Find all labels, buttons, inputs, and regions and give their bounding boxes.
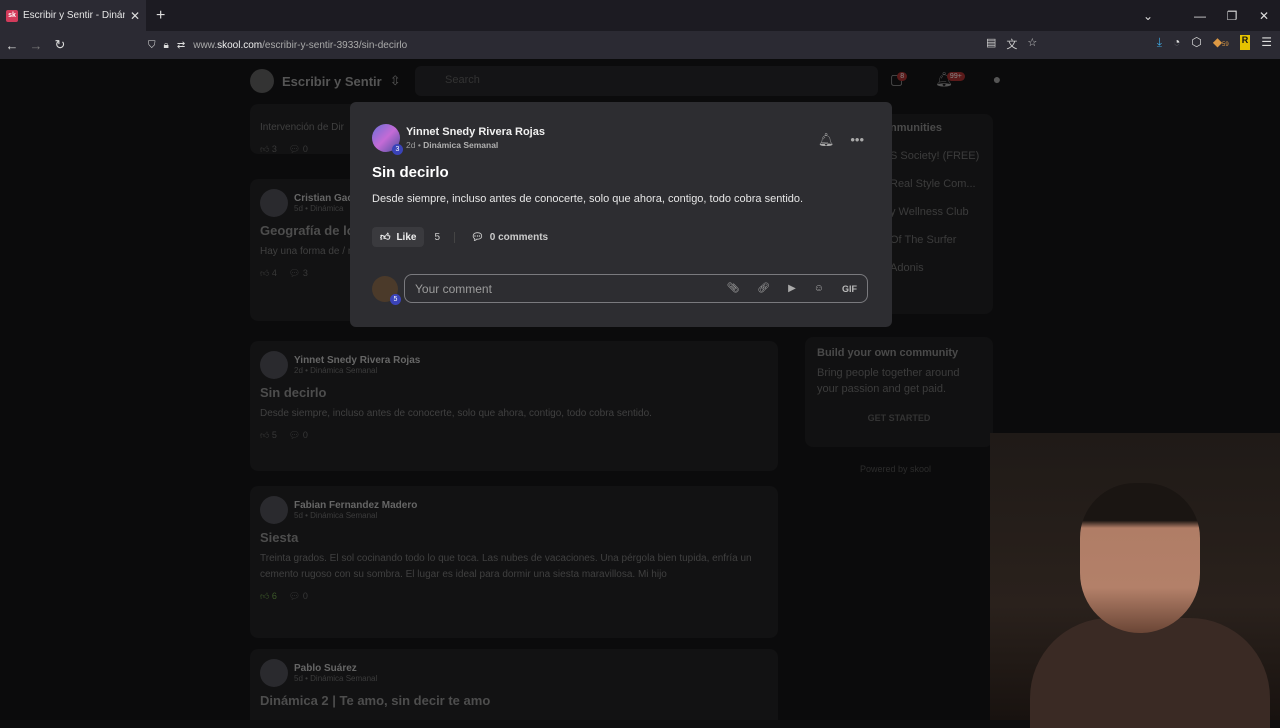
- build-community-title: Build your own community: [817, 347, 959, 359]
- post-stats: 👍︎ 5 💬︎ 0: [260, 430, 308, 440]
- url-text[interactable]: www.skool.com/escribir-y-sentir-3933/sin…: [193, 40, 407, 51]
- post-meta: 5d • Dinámica Semanal: [294, 674, 378, 683]
- gif-button[interactable]: GIF: [842, 284, 857, 294]
- extensions-puzzle-icon[interactable]: ⬡: [1191, 35, 1201, 50]
- minimize-icon[interactable]: —: [1184, 9, 1216, 23]
- forward-icon[interactable]: →: [24, 38, 48, 53]
- post-footer: 👍︎ Like 5 💬︎ 0 comments: [372, 227, 870, 247]
- tab-title: Escribir y Sentir - Dinámica Sem: [23, 10, 125, 21]
- maximize-icon[interactable]: ❐: [1216, 9, 1248, 23]
- build-community-text: Bring people together around your passio…: [817, 367, 960, 395]
- post-modal: 3 Yinnet Snedy Rivera Rojas 2d • Dinámic…: [350, 102, 892, 327]
- post-title[interactable]: Dinámica 2 | Te amo, sin decir te amo: [260, 693, 768, 708]
- avatar[interactable]: [260, 351, 288, 379]
- browser-tab-active[interactable]: sk Escribir y Sentir - Dinámica Sem ✕: [0, 0, 146, 31]
- translate-icon[interactable]: 文: [1006, 36, 1017, 52]
- link-icon[interactable]: 🔗︎: [757, 283, 770, 294]
- chat-icon[interactable]: ▢8: [890, 71, 913, 88]
- comment-row: 5 Your comment 📎︎ 🔗︎ ▶ ☺ GIF: [372, 274, 868, 305]
- reader-view-icon[interactable]: ▤: [986, 36, 996, 52]
- video-icon[interactable]: ▶: [788, 283, 796, 294]
- search-input[interactable]: Search: [415, 66, 878, 96]
- comments-button[interactable]: 💬︎ 0 comments: [471, 232, 548, 243]
- post-meta: 2d • Dinámica Semanal: [406, 140, 499, 150]
- bookmark-star-icon[interactable]: ☆: [1027, 36, 1037, 52]
- post-title[interactable]: Siesta: [260, 530, 768, 545]
- post-card[interactable]: Fabian Fernandez Madero 5d • Dinámica Sem…: [250, 486, 778, 638]
- level-badge: 3: [392, 144, 403, 155]
- post-meta: 5d • Dinámica Semanal: [294, 511, 378, 520]
- post-stats: 👍︎ 6 💬︎ 0: [260, 591, 308, 601]
- toolbar-icons: ⤓ ◔ ⬡ ◆59 R ☰: [1157, 35, 1272, 50]
- extension-r-icon[interactable]: R: [1239, 35, 1251, 50]
- avatar[interactable]: ●: [993, 71, 1001, 88]
- community-logo[interactable]: [250, 69, 274, 93]
- avatar[interactable]: [260, 189, 288, 217]
- comment-icon: 💬︎: [471, 231, 484, 243]
- post-preview: Treinta grados. El sol cocinando todo lo…: [260, 553, 752, 580]
- post-author[interactable]: Yinnet Snedy Rivera Rojas: [406, 126, 545, 138]
- person-body: [1030, 618, 1270, 728]
- attachment-icon[interactable]: 📎︎: [727, 283, 740, 294]
- post-card[interactable]: Yinnet Snedy Rivera Rojas 2d • Dinámica S…: [250, 341, 778, 471]
- build-community-card: Build your own community Bring people to…: [805, 337, 993, 447]
- more-options-icon[interactable]: •••: [850, 132, 864, 148]
- back-icon[interactable]: ←: [0, 38, 24, 53]
- author-avatar[interactable]: 3: [372, 124, 403, 155]
- post-meta: 5d • Dinámica: [294, 204, 344, 213]
- post-preview: Desde siempre, incluso antes de conocert…: [260, 408, 652, 419]
- nav-bar: ← → ↻ ⛉ 🔒︎ ⇄ www.skool.com/escribir-y-se…: [0, 31, 1280, 59]
- notifications-bell-icon[interactable]: 🔔︎99+: [935, 71, 971, 88]
- post-body: Desde siempre, incluso antes de conocert…: [372, 193, 804, 205]
- bell-icon[interactable]: 🔔︎: [818, 132, 835, 148]
- download-icon[interactable]: ⤓: [1157, 35, 1162, 50]
- tab-list-chevron-icon[interactable]: ⌄: [1132, 9, 1164, 23]
- webcam-overlay: [990, 433, 1280, 728]
- comments-label: 0 comments: [489, 231, 549, 243]
- comment-input[interactable]: Your comment 📎︎ 🔗︎ ▶ ☺ GIF: [404, 274, 868, 303]
- like-count[interactable]: 5: [434, 231, 456, 243]
- post-title[interactable]: Sin decirlo: [260, 385, 768, 400]
- extension-badge-icon[interactable]: ◆59: [1213, 35, 1229, 50]
- avatar: 5: [372, 275, 401, 305]
- new-tab-icon[interactable]: +: [156, 7, 165, 25]
- tab-bar: sk Escribir y Sentir - Dinámica Sem ✕ + …: [0, 0, 1280, 31]
- lock-icon[interactable]: 🔒︎: [164, 40, 169, 51]
- thumbs-up-icon: 👍︎: [380, 232, 391, 243]
- skool-favicon-icon: sk: [6, 9, 18, 22]
- url-actions: ▤ 文 ☆: [986, 36, 1037, 52]
- emoji-icon[interactable]: ☺: [814, 283, 824, 294]
- post-card[interactable]: Pablo Suárez 5d • Dinámica Semanal Dinámi…: [250, 649, 778, 720]
- get-started-button[interactable]: GET STARTED: [805, 399, 993, 433]
- reload-icon[interactable]: ↻: [48, 37, 72, 53]
- level-badge: 5: [390, 293, 401, 305]
- post-author[interactable]: Pablo Suárez: [294, 663, 377, 674]
- person-head: [1080, 483, 1200, 633]
- post-title: Sin decirlo: [372, 164, 449, 181]
- avatar[interactable]: [260, 659, 288, 687]
- header-icons: ▢8 🔔︎99+ ●: [890, 71, 1001, 88]
- window-controls: ⌄ — ❐ ✕: [1132, 0, 1280, 31]
- community-name[interactable]: Escribir y Sentir: [282, 74, 382, 89]
- close-tab-icon[interactable]: ✕: [130, 9, 140, 23]
- post-author[interactable]: Cristian Gac: [294, 193, 353, 204]
- comment-placeholder: Your comment: [415, 281, 492, 296]
- extension-clock-icon[interactable]: ◔: [1173, 35, 1180, 50]
- post-actions: 🔔︎ •••: [818, 132, 864, 148]
- category-link[interactable]: Dinámica Semanal: [423, 140, 498, 150]
- post-author[interactable]: Fabian Fernandez Madero: [294, 500, 417, 511]
- post-meta: 2d • Dinámica Semanal: [294, 366, 378, 375]
- address-bar[interactable]: ⛉ 🔒︎ ⇄ www.skool.com/escribir-y-sentir-3…: [148, 34, 1046, 56]
- post-author[interactable]: Yinnet Snedy Rivera Rojas: [294, 355, 420, 366]
- switch-community-icon[interactable]: ⇳: [390, 73, 401, 89]
- comment-tools: 📎︎ 🔗︎ ▶ ☺ GIF: [727, 283, 857, 294]
- avatar[interactable]: [260, 496, 288, 524]
- shield-icon[interactable]: ⛉: [148, 40, 156, 51]
- site-header: Escribir y Sentir ⇳: [250, 69, 401, 93]
- permissions-icon[interactable]: ⇄: [177, 40, 185, 51]
- close-window-icon[interactable]: ✕: [1248, 9, 1280, 23]
- menu-hamburger-icon[interactable]: ☰: [1261, 35, 1272, 50]
- powered-by[interactable]: Powered by skool: [860, 464, 931, 474]
